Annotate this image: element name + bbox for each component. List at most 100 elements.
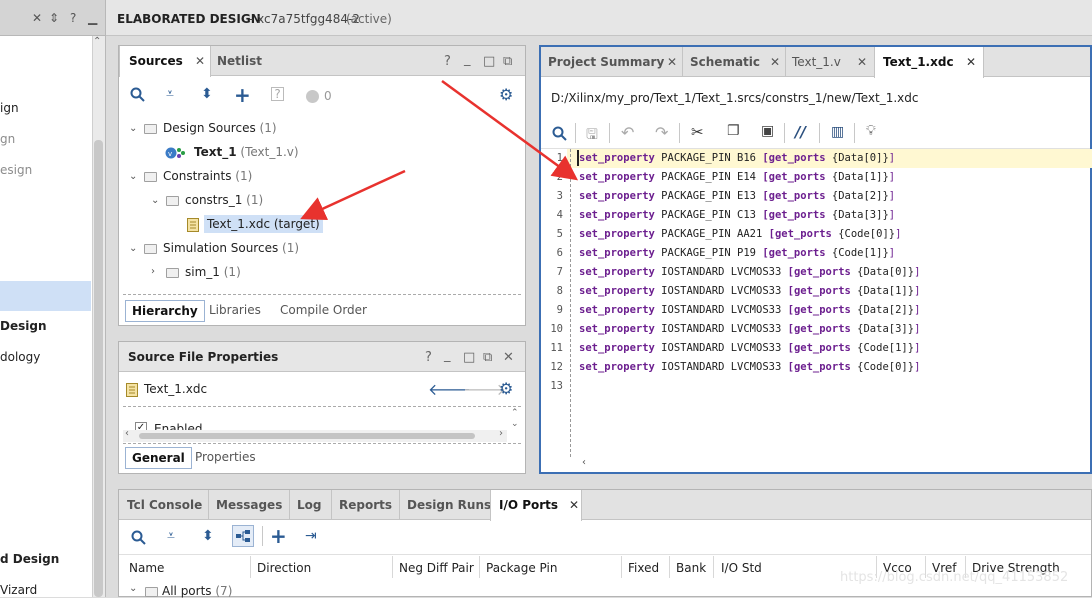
close-icon[interactable]: ✕ <box>32 11 42 25</box>
code-line[interactable]: set_property PACKAGE_PIN E13 [get_ports … <box>579 190 895 202</box>
tree-simulation-sources[interactable]: Simulation Sources (1) <box>163 241 299 255</box>
add-icon[interactable]: + <box>234 83 251 107</box>
tab-tcl-console[interactable]: Tcl Console <box>127 490 202 520</box>
col-fixed[interactable]: Fixed <box>628 561 659 575</box>
auto-assign-icon[interactable]: ⇥ <box>305 528 317 544</box>
search-icon[interactable] <box>130 87 145 102</box>
code-line[interactable]: set_property PACKAGE_PIN AA21 [get_ports… <box>579 228 901 240</box>
tab-general[interactable]: General <box>125 447 192 469</box>
copy-icon[interactable]: ❐ <box>727 123 740 139</box>
nav-item-design[interactable]: esign <box>0 163 32 177</box>
help-icon[interactable]: ? <box>70 11 76 25</box>
tab-hierarchy[interactable]: Hierarchy <box>125 300 205 322</box>
col-package-pin[interactable]: Package Pin <box>486 561 557 575</box>
nav-scrollbar-thumb[interactable] <box>94 140 103 597</box>
tree-xdc-file-selected[interactable]: Text_1.xdc (target) <box>204 215 323 233</box>
nav-item-methodology[interactable]: dology <box>0 350 40 364</box>
collapse-all-icon[interactable]: ⩡ <box>166 86 174 102</box>
code-line[interactable]: set_property PACKAGE_PIN C13 [get_ports … <box>579 209 895 221</box>
sort-icon[interactable]: ⇕ <box>49 11 59 25</box>
close-icon[interactable]: ✕ <box>770 55 780 69</box>
tab-reports[interactable]: Reports <box>339 490 392 520</box>
search-icon[interactable] <box>131 530 146 545</box>
chevron-down-icon[interactable]: ⌄ <box>129 583 137 594</box>
col-direction[interactable]: Direction <box>257 561 311 575</box>
nav-item-wizard[interactable]: Vizard <box>0 583 37 597</box>
columns-icon[interactable]: ▥ <box>831 124 844 140</box>
chevron-right-icon[interactable]: › <box>151 266 155 277</box>
paste-icon[interactable]: ▣ <box>761 123 774 139</box>
scroll-up-icon[interactable]: ⌃ <box>511 408 519 418</box>
gear-icon[interactable]: ⚙ <box>499 85 513 104</box>
redo-icon[interactable]: ↷ <box>655 123 668 142</box>
code-line[interactable]: set_property IOSTANDARD LVCMOS33 [get_po… <box>579 304 920 316</box>
tab-log[interactable]: Log <box>297 490 321 520</box>
code-line[interactable]: set_property PACKAGE_PIN P19 [get_ports … <box>579 247 895 259</box>
help-icon[interactable]: ? <box>271 87 284 101</box>
scrollbar-thumb[interactable] <box>139 433 475 439</box>
code-line[interactable]: set_property IOSTANDARD LVCMOS33 [get_po… <box>579 323 920 335</box>
maximize-icon[interactable]: □ <box>483 54 495 69</box>
tree-design-sources[interactable]: Design Sources (1) <box>163 121 277 135</box>
gear-icon[interactable]: ⚙ <box>499 379 513 398</box>
close-icon[interactable]: ✕ <box>503 350 514 365</box>
close-icon[interactable]: ✕ <box>667 55 677 69</box>
scroll-left-icon[interactable]: ‹ <box>125 428 129 439</box>
code-line[interactable]: set_property PACKAGE_PIN B16 [get_ports … <box>579 152 895 164</box>
tab-libraries[interactable]: Libraries <box>203 300 267 322</box>
comment-icon[interactable]: // <box>795 123 806 141</box>
nav-item-report[interactable]: gn <box>0 132 15 146</box>
close-icon[interactable]: ✕ <box>569 498 579 512</box>
float-icon[interactable]: ⧉ <box>483 350 492 365</box>
expand-all-icon[interactable]: ⬍ <box>202 528 214 544</box>
col-bank[interactable]: Bank <box>676 561 706 575</box>
help-icon[interactable]: ? <box>444 54 451 69</box>
save-icon[interactable]: 🖫 <box>586 124 598 148</box>
tab-text1-v[interactable]: Text_1.v <box>792 47 841 77</box>
expand-all-icon[interactable]: ⬍ <box>201 86 213 102</box>
search-icon[interactable] <box>552 126 567 141</box>
scroll-left-icon[interactable]: ‹ <box>582 457 586 468</box>
scroll-right-icon[interactable]: › <box>499 428 503 439</box>
tree-constraints[interactable]: Constraints (1) <box>163 169 252 183</box>
tab-netlist[interactable]: Netlist <box>217 46 262 76</box>
tab-design-runs[interactable]: Design Runs <box>407 490 491 520</box>
nav-section-implemented-design[interactable]: d Design <box>0 552 59 566</box>
code-line[interactable]: set_property IOSTANDARD LVCMOS33 [get_po… <box>579 266 920 278</box>
nav-section-design[interactable]: Design <box>0 319 47 333</box>
tree-text1-module[interactable]: Text_1 (Text_1.v) <box>194 145 299 159</box>
scroll-up-icon[interactable]: ⌃ <box>93 36 101 47</box>
chevron-down-icon[interactable]: ⌄ <box>151 195 159 206</box>
maximize-icon[interactable]: □ <box>463 350 475 365</box>
tab-compile-order[interactable]: Compile Order <box>274 300 373 322</box>
nav-item-open-design[interactable]: ign <box>0 101 19 115</box>
add-icon[interactable]: + <box>270 524 287 548</box>
bulb-icon[interactable]: 💡︎ <box>866 123 876 139</box>
horizontal-scrollbar[interactable]: ‹ › <box>123 428 507 442</box>
col-io-std[interactable]: I/O Std <box>721 561 762 575</box>
collapse-all-icon[interactable]: ⩡ <box>167 528 175 544</box>
minimize-icon[interactable]: ▁ <box>88 11 97 25</box>
group-by-interface-toggle[interactable] <box>232 525 254 547</box>
scroll-down-icon[interactable]: ⌄ <box>511 419 519 429</box>
help-icon[interactable]: ? <box>425 350 432 365</box>
chevron-down-icon[interactable]: ⌄ <box>129 123 137 134</box>
undo-icon[interactable]: ↶ <box>621 123 634 142</box>
code-line[interactable]: set_property IOSTANDARD LVCMOS33 [get_po… <box>579 361 920 373</box>
tree-constrs1[interactable]: constrs_1 (1) <box>185 193 263 207</box>
col-neg-diff-pair[interactable]: Neg Diff Pair <box>399 561 474 575</box>
close-icon[interactable]: ✕ <box>857 55 867 69</box>
close-icon[interactable]: ✕ <box>195 54 205 68</box>
col-name[interactable]: Name <box>129 561 164 575</box>
code-line[interactable]: set_property IOSTANDARD LVCMOS33 [get_po… <box>579 342 920 354</box>
tab-properties[interactable]: Properties <box>189 447 262 469</box>
close-icon[interactable]: ✕ <box>966 55 976 69</box>
tab-messages[interactable]: Messages <box>216 490 282 520</box>
minimize-icon[interactable]: _ <box>444 348 451 363</box>
chevron-down-icon[interactable]: ⌄ <box>129 243 137 254</box>
float-icon[interactable]: ⧉ <box>503 54 512 69</box>
nav-selected-row[interactable] <box>0 281 91 311</box>
minimize-icon[interactable]: _ <box>464 52 471 67</box>
code-line[interactable]: set_property PACKAGE_PIN E14 [get_ports … <box>579 171 895 183</box>
tab-schematic[interactable]: Schematic <box>690 47 760 77</box>
